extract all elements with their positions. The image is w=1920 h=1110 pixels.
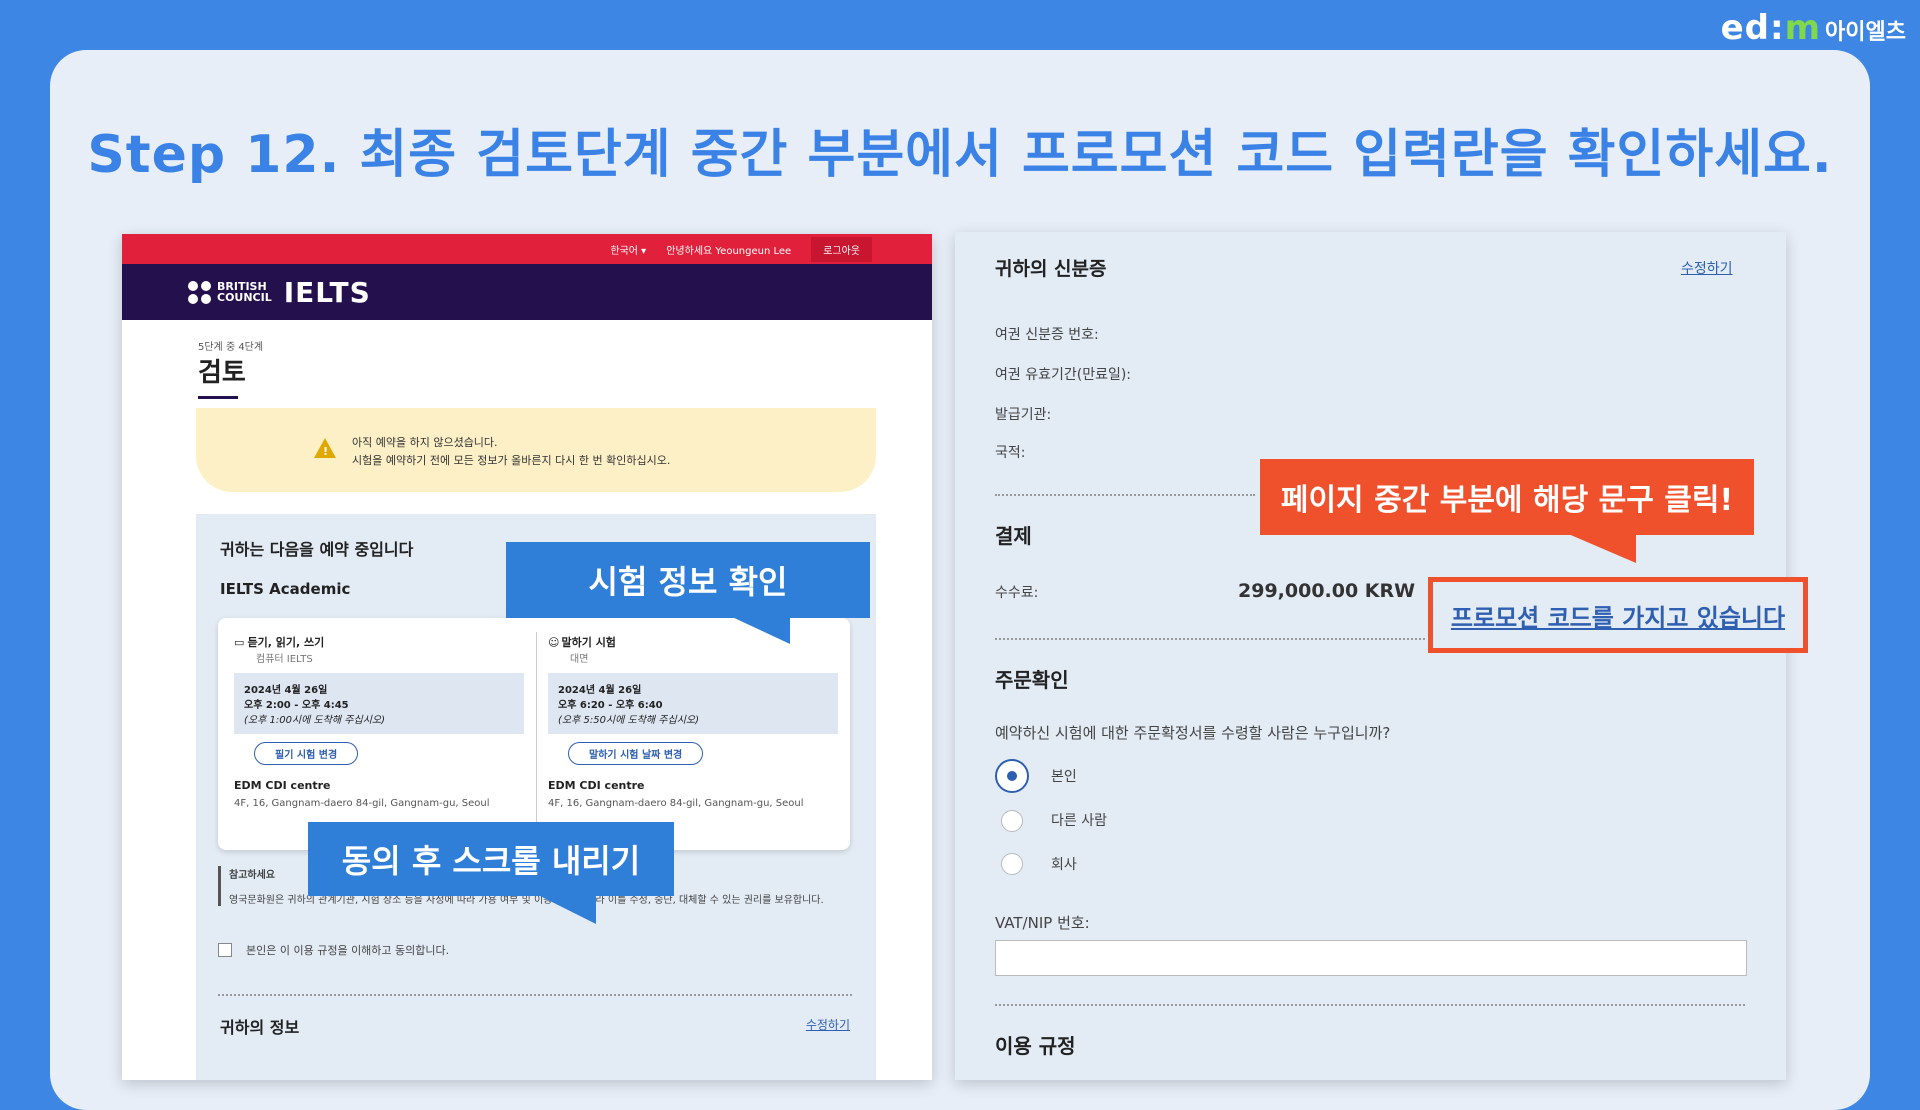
speaking-date: 2024년 4월 26일: [558, 685, 642, 696]
speaking-time: 오후 6:20 - 오후 6:40: [558, 700, 663, 711]
agree-row[interactable]: 본인은 이 이용 규정을 이해하고 동의합니다.: [218, 942, 449, 958]
column-divider: [536, 632, 537, 832]
nationality-label: 국적:: [995, 445, 1026, 461]
speaking-test-column: ☺ 말하기 시험 대면 2024년 4월 26일 오후 6:20 - 오후 6:…: [548, 634, 838, 809]
warning-line-2: 시험을 예약하기 전에 모든 정보가 올바른지 다시 한 번 확인하십시오.: [352, 454, 671, 467]
exam-details-card: ▭ 듣기, 읽기, 쓰기 컴퓨터 IELTS 2024년 4월 26일 오후 2…: [218, 618, 850, 850]
written-venue: EDM CDI centre: [234, 779, 331, 792]
brand-ed: ed:m: [1720, 8, 1822, 48]
speaking-test-mode: 대면: [570, 654, 589, 665]
callout-tail: [730, 616, 790, 644]
british-council-dots-icon: [188, 280, 211, 304]
vat-input[interactable]: [995, 940, 1747, 976]
brand-korean: 아이엘츠: [1825, 20, 1906, 45]
booking-heading: 귀하는 다음을 예약 중입니다: [220, 540, 414, 559]
terms-heading: 이용 규정: [995, 1034, 1076, 1058]
review-heading: 검토: [198, 358, 246, 388]
section-divider: [218, 994, 852, 996]
option-other-label: 다른 사람: [1051, 813, 1107, 829]
british-council-logo: BRITISH COUNCIL: [188, 280, 272, 304]
exam-type: IELTS Academic: [220, 580, 351, 598]
promo-code-text[interactable]: 프로모션 코드를 가지고 있습니다: [1451, 598, 1785, 633]
option-self-label: 본인: [1051, 769, 1077, 785]
callout-scroll: 동의 후 스크롤 내리기: [308, 822, 674, 896]
agree-checkbox[interactable]: [218, 943, 232, 957]
top-bar: 한국어 ▾ 안녕하세요 Yeoungeun Lee 로그아웃: [122, 234, 932, 264]
issuer-label: 발급기관:: [995, 407, 1052, 423]
notice-text: 영국문화원은 귀하의 관계기관, 시험 장소 등을 사정에 따라 가용 여부 및…: [229, 895, 824, 906]
monitor-icon: ▭: [234, 636, 245, 649]
written-test-column: ▭ 듣기, 읽기, 쓰기 컴퓨터 IELTS 2024년 4월 26일 오후 2…: [234, 634, 524, 809]
agree-label: 본인은 이 이용 규정을 이해하고 동의합니다.: [246, 944, 450, 957]
step-indicator: 5단계 중 4단계: [198, 342, 264, 353]
brand-logo: ed:m 아이엘츠: [1721, 8, 1906, 48]
ielts-logo: IELTS: [283, 275, 371, 309]
callout-tail: [536, 894, 596, 924]
promo-code-link[interactable]: 프로모션 코드를 가지고 있습니다: [1428, 577, 1808, 653]
language-select[interactable]: 한국어 ▾: [610, 242, 646, 257]
section-divider: [995, 494, 1255, 496]
speaking-date-box: 2024년 4월 26일 오후 6:20 - 오후 6:40 (오후 5:50시…: [548, 673, 838, 734]
review-detail-screenshot: 귀하의 신분증 수정하기 여권 신분증 번호: 여권 유효기간(만료일): 발급…: [955, 232, 1786, 1080]
warning-line-1: 아직 예약을 하지 않으셨습니다.: [352, 436, 498, 449]
speaking-test-name: 말하기 시험: [561, 636, 616, 649]
radio-self[interactable]: [995, 759, 1029, 793]
callout-tail: [1566, 533, 1636, 563]
section-divider: [995, 638, 1425, 640]
written-time: 오후 2:00 - 오후 4:45: [244, 700, 349, 711]
your-info-heading: 귀하의 정보: [220, 1018, 300, 1037]
option-company-label: 회사: [1051, 857, 1077, 873]
edit-id-link[interactable]: 수정하기: [1681, 258, 1733, 278]
fee-value: 299,000.00 KRW: [1238, 580, 1416, 602]
written-arrive: (오후 1:00시에 도착해 주십시오): [244, 715, 385, 726]
callout-click: 페이지 중간 부분에 해당 문구 클릭!: [1260, 459, 1754, 535]
vat-label: VAT/NIP 번호:: [995, 914, 1090, 932]
payment-heading: 결제: [995, 524, 1032, 548]
person-icon: ☺: [548, 636, 560, 649]
written-test-mode: 컴퓨터 IELTS: [256, 654, 313, 665]
edit-info-link[interactable]: 수정하기: [806, 1016, 850, 1033]
written-test-name: 듣기, 읽기, 쓰기: [247, 636, 325, 649]
radio-company[interactable]: [1001, 853, 1023, 875]
warning-banner: ! 아직 예약을 하지 않으셨습니다. 시험을 예약하기 전에 모든 정보가 올…: [196, 408, 876, 492]
confirm-question: 예약하신 시험에 대한 주문확정서를 수령할 사람은 누구입니까?: [995, 724, 1391, 742]
speaking-venue: EDM CDI centre: [548, 779, 645, 792]
speaking-address: 4F, 16, Gangnam-daero 84-gil, Gangnam-gu…: [548, 798, 804, 809]
change-written-button[interactable]: 필기 시험 변경: [254, 742, 359, 765]
written-date-box: 2024년 4월 26일 오후 2:00 - 오후 4:45 (오후 1:00시…: [234, 673, 524, 734]
site-header: BRITISH COUNCIL IELTS: [122, 264, 932, 320]
written-date: 2024년 4월 26일: [244, 685, 328, 696]
callout-exam-info: 시험 정보 확인: [506, 542, 870, 618]
passport-number-label: 여권 신분증 번호:: [995, 327, 1099, 343]
passport-expiry-label: 여권 유효기간(만료일):: [995, 367, 1132, 383]
page-title: Step 12. 최종 검토단계 중간 부분에서 프로모션 코드 입력란을 확인…: [87, 125, 1833, 185]
written-address: 4F, 16, Gangnam-daero 84-gil, Gangnam-gu…: [234, 798, 490, 809]
speaking-arrive: (오후 5:50시에 도착해 주십시오): [558, 715, 699, 726]
radio-other-person[interactable]: [1001, 810, 1023, 832]
heading-underline: [198, 396, 238, 399]
review-screenshot: 한국어 ▾ 안녕하세요 Yeoungeun Lee 로그아웃 BRITISH CO…: [122, 234, 932, 1080]
id-heading: 귀하의 신분증: [995, 258, 1107, 280]
change-speaking-button[interactable]: 말하기 시험 날짜 변경: [568, 742, 704, 765]
section-divider: [995, 1004, 1745, 1006]
greeting: 안녕하세요 Yeoungeun Lee: [666, 245, 792, 257]
fee-label: 수수료:: [995, 585, 1039, 601]
logout-button[interactable]: 로그아웃: [811, 236, 872, 262]
order-confirm-heading: 주문확인: [995, 668, 1069, 692]
